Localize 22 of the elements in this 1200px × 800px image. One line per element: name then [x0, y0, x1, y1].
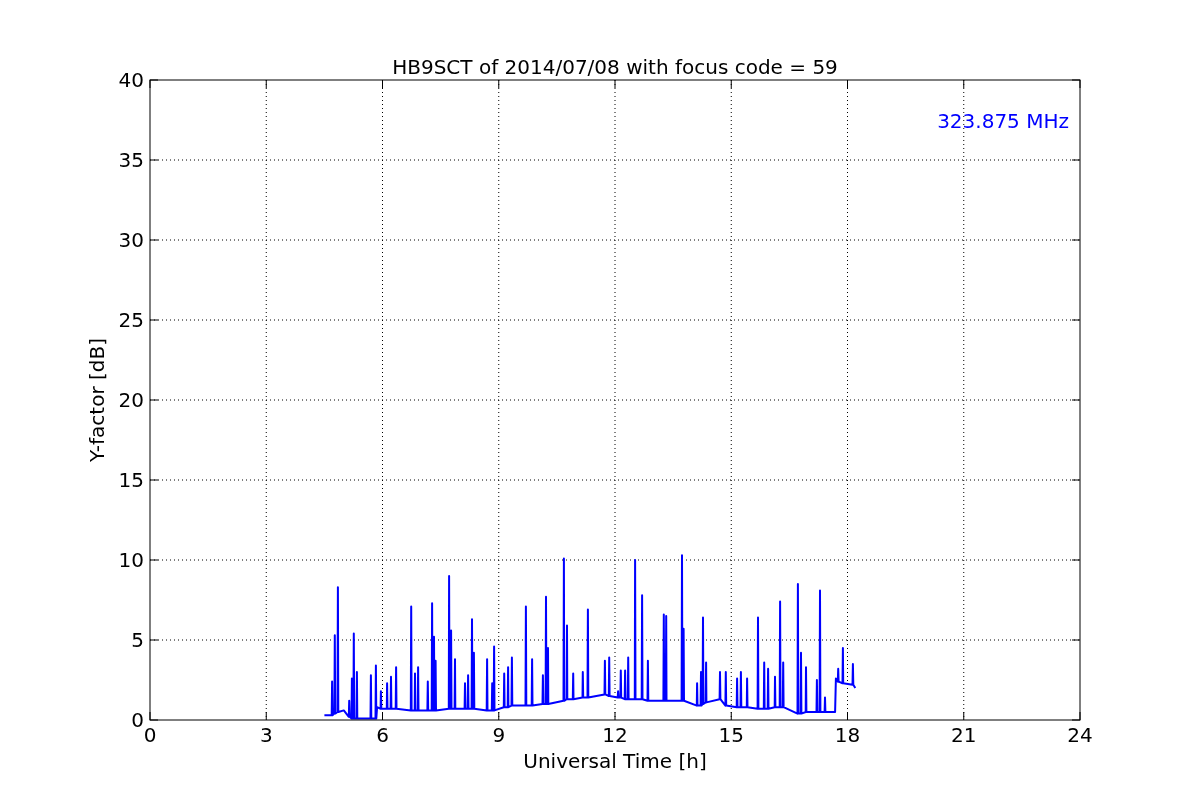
- y-tick-label: 30: [118, 228, 144, 252]
- series-label: 323.875 MHz: [937, 109, 1069, 133]
- x-tick-label: 0: [143, 723, 157, 747]
- x-axis-label: Universal Time [h]: [523, 749, 707, 773]
- y-tick-label: 35: [118, 148, 144, 172]
- x-tick-label: 6: [376, 723, 389, 747]
- x-tick-label: 21: [951, 723, 977, 747]
- x-tick-label: 15: [718, 723, 744, 747]
- x-tick-label: 3: [259, 723, 273, 747]
- x-tick-label: 18: [834, 723, 861, 747]
- chart-title: HB9SCT of 2014/07/08 with focus code = 59: [392, 55, 838, 79]
- y-tick-label: 40: [118, 68, 144, 92]
- y-tick-label: 0: [131, 708, 144, 732]
- x-tick-label: 24: [1067, 723, 1093, 747]
- x-tick-label: 12: [602, 723, 628, 747]
- y-tick-label: 20: [118, 388, 144, 412]
- y-tick-label: 25: [118, 308, 144, 332]
- x-tick-label: 9: [492, 723, 506, 747]
- y-axis-label: Y-factor [dB]: [85, 338, 109, 462]
- y-tick-label: 10: [118, 548, 144, 572]
- y-tick-label: 5: [131, 628, 144, 652]
- y-tick-label: 15: [118, 468, 144, 492]
